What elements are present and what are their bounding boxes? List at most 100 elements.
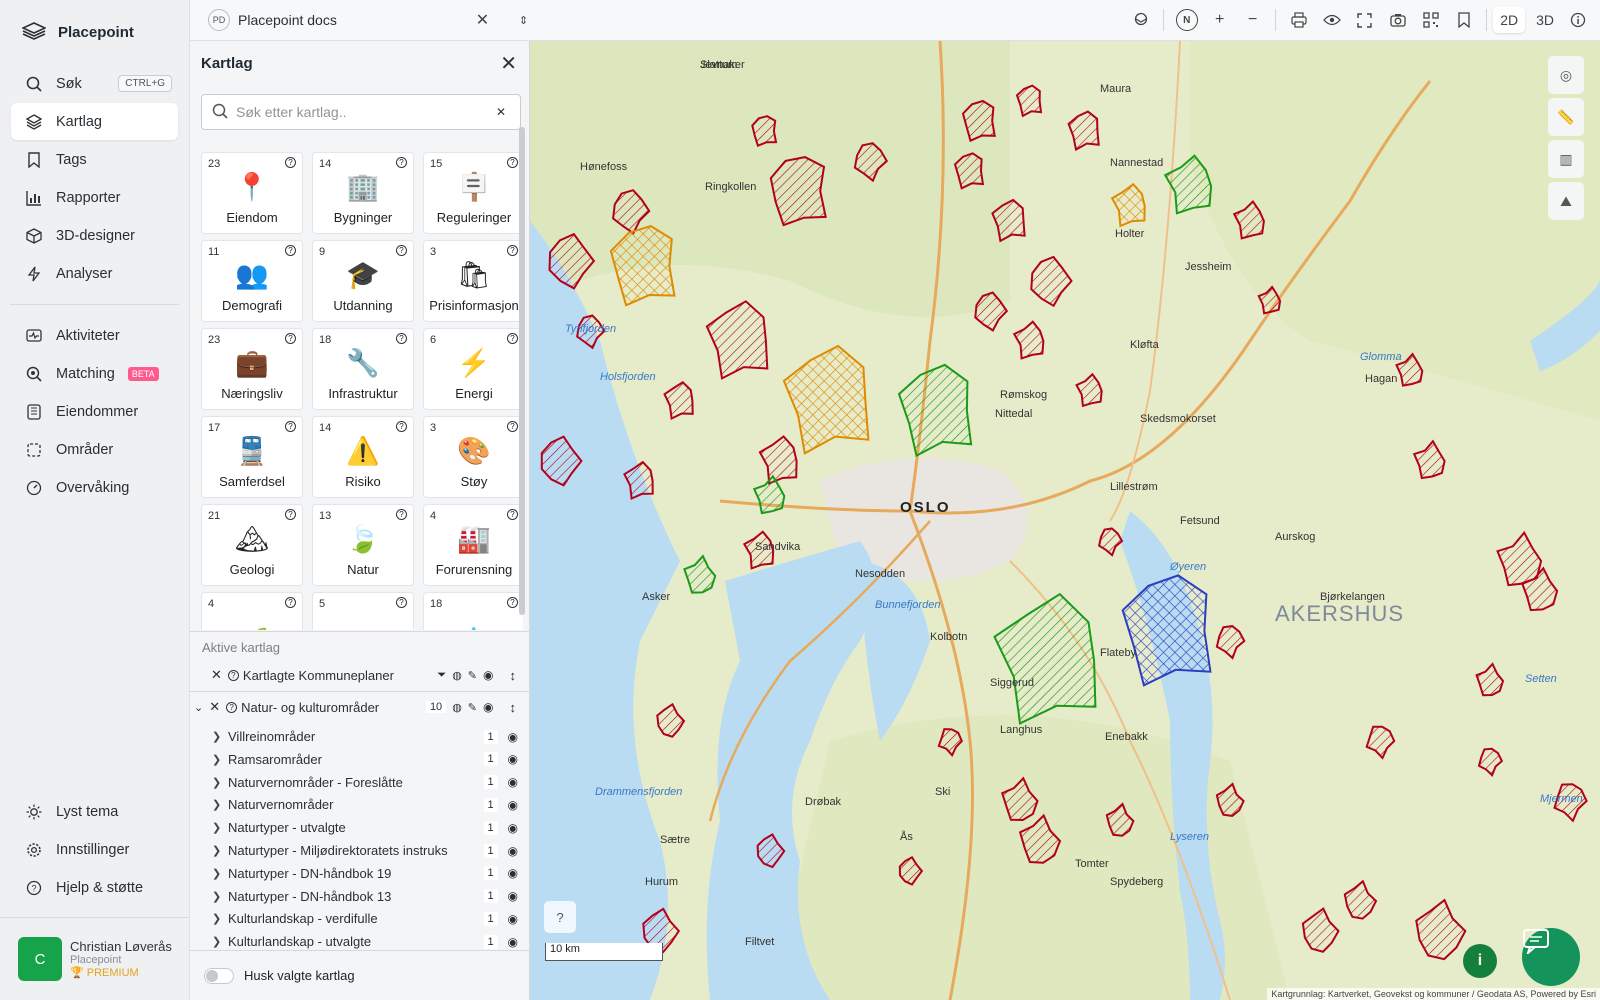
- nav-item-rapporter[interactable]: Rapporter: [11, 179, 178, 216]
- help-icon[interactable]: ?: [285, 597, 296, 608]
- measure-area-icon[interactable]: ◎: [1548, 56, 1584, 94]
- drag-handle-icon[interactable]: ↕: [510, 668, 517, 683]
- active-layer-row[interactable]: ✕ ? Kartlagte Kommuneplaner ⏷ ◍ ✎ ◉ ↕: [190, 660, 530, 690]
- sublayer-row[interactable]: ❯ Villreinområder 1 ◉: [190, 725, 530, 748]
- drag-handle-icon[interactable]: ↕: [510, 700, 517, 715]
- qr-code-icon[interactable]: [1414, 4, 1447, 37]
- view-3d-button[interactable]: 3D: [1529, 7, 1561, 33]
- eye-icon[interactable]: ◉: [508, 935, 518, 949]
- eye-icon[interactable]: [1315, 4, 1348, 37]
- palette-icon[interactable]: ◍: [452, 701, 462, 714]
- category-card[interactable]: 4? 🏭 Forurensning: [423, 504, 523, 586]
- clear-search-icon[interactable]: ✕: [496, 105, 506, 119]
- category-card[interactable]: 6? ⚡ Energi: [423, 328, 523, 410]
- chevron-updown-icon[interactable]: ⇕: [507, 4, 540, 37]
- info-fab[interactable]: i: [1463, 944, 1497, 978]
- category-card[interactable]: 14? ⚠️ Risiko: [312, 416, 414, 498]
- nav-item-analyser[interactable]: Analyser: [11, 255, 178, 292]
- nav-item-eiendommer[interactable]: Eiendommer: [11, 393, 178, 430]
- help-icon[interactable]: ?: [396, 509, 407, 520]
- eye-icon[interactable]: ◉: [508, 798, 518, 812]
- ruler-icon[interactable]: 📏: [1548, 98, 1584, 136]
- zoom-out-icon[interactable]: −: [1236, 4, 1269, 37]
- help-icon[interactable]: ?: [396, 421, 407, 432]
- help-icon[interactable]: ?: [396, 245, 407, 256]
- category-card[interactable]: 13? 🍃 Natur: [312, 504, 414, 586]
- nav-item-innstillinger[interactable]: Innstillinger: [11, 831, 179, 868]
- brand[interactable]: Placepoint: [0, 0, 189, 64]
- remove-layer-icon[interactable]: ✕: [211, 667, 222, 683]
- category-card[interactable]: 15? 🪧 Reguleringer: [423, 152, 523, 234]
- remove-layer-icon[interactable]: ✕: [209, 699, 220, 715]
- category-card[interactable]: 4? 🌱: [201, 592, 303, 630]
- chevron-right-icon[interactable]: ❯: [212, 935, 228, 948]
- help-icon[interactable]: ?: [396, 157, 407, 168]
- eye-icon[interactable]: ◉: [508, 844, 518, 858]
- sublayer-row[interactable]: ❯ Naturtyper - Miljødirektoratets instruk…: [190, 839, 530, 862]
- nav-item-hjelp[interactable]: ? Hjelp & støtte: [11, 869, 179, 906]
- nav-item-omrader[interactable]: Områder: [11, 431, 178, 468]
- chevron-right-icon[interactable]: ❯: [212, 890, 228, 903]
- fullscreen-icon[interactable]: [1348, 4, 1381, 37]
- help-icon[interactable]: ?: [507, 333, 518, 344]
- clear-workspace-icon[interactable]: ✕: [466, 4, 499, 37]
- chart-tool-icon[interactable]: ▥: [1548, 140, 1584, 178]
- eye-icon[interactable]: ◉: [483, 668, 493, 682]
- bookmark-icon[interactable]: [1447, 4, 1480, 37]
- nav-item-tags[interactable]: Tags: [11, 141, 178, 178]
- category-card[interactable]: 5? 🐟: [312, 592, 414, 630]
- eye-icon[interactable]: ◉: [508, 821, 518, 835]
- category-card[interactable]: 18? 🔧 Infrastruktur: [312, 328, 414, 410]
- eye-icon[interactable]: ◉: [508, 912, 518, 926]
- palette-icon[interactable]: ◍: [452, 669, 462, 682]
- user-profile[interactable]: C Christian Løverås Placepoint 🏆 PREMIUM: [0, 917, 190, 1000]
- category-card[interactable]: 23? 📍 Eiendom: [201, 152, 303, 234]
- chevron-right-icon[interactable]: ❯: [212, 730, 228, 743]
- camera-icon[interactable]: [1381, 4, 1414, 37]
- help-icon[interactable]: ?: [507, 245, 518, 256]
- workspace-selector[interactable]: PD Placepoint docs ✕ ⇕: [190, 4, 540, 37]
- help-icon[interactable]: ?: [285, 245, 296, 256]
- info-icon[interactable]: [1561, 4, 1594, 37]
- category-card[interactable]: 11? 👥 Demografi: [201, 240, 303, 322]
- panel-scrollbar[interactable]: [519, 127, 525, 615]
- help-icon[interactable]: ?: [507, 597, 518, 608]
- active-layer-row[interactable]: ⌄ ✕ ? Natur- og kulturområder 10 ◍ ✎ ◉ ↕: [190, 691, 530, 722]
- category-card[interactable]: 9? 🎓 Utdanning: [312, 240, 414, 322]
- category-card[interactable]: 23? 💼 Næringsliv: [201, 328, 303, 410]
- nav-item-matching[interactable]: Matching BETA: [11, 355, 178, 392]
- category-card[interactable]: 17? 🚆 Samferdsel: [201, 416, 303, 498]
- close-icon[interactable]: ✕: [500, 51, 517, 76]
- sublayer-row[interactable]: ❯ Naturtyper - utvalgte 1 ◉: [190, 816, 530, 839]
- eye-icon[interactable]: ◉: [508, 730, 518, 744]
- help-icon[interactable]: ?: [396, 597, 407, 608]
- sublayer-row[interactable]: ❯ Naturtyper - DN-håndbok 19 1 ◉: [190, 862, 530, 885]
- layer-search-input[interactable]: [236, 104, 488, 120]
- nav-item-aktiviteter[interactable]: Aktiviteter: [11, 317, 178, 354]
- nav-search[interactable]: Søk CTRL+G: [11, 65, 178, 102]
- map-help-icon[interactable]: ?: [544, 901, 576, 933]
- help-icon[interactable]: ?: [507, 157, 518, 168]
- remember-layers-toggle[interactable]: [204, 967, 234, 984]
- help-icon[interactable]: ?: [285, 421, 296, 432]
- sublayer-row[interactable]: ❯ Naturvernområder - Foreslåtte 1 ◉: [190, 771, 530, 794]
- compass-icon[interactable]: N: [1170, 4, 1203, 37]
- nav-item-3d-designer[interactable]: 3D-designer: [11, 217, 178, 254]
- sublayer-row[interactable]: ❯ Kulturlandskap - verdifulle 1 ◉: [190, 907, 530, 930]
- elevation-profile-icon[interactable]: ⛰: [1548, 182, 1584, 220]
- category-card[interactable]: 18? 💧: [423, 592, 523, 630]
- help-icon[interactable]: ?: [226, 701, 238, 713]
- chat-fab[interactable]: [1522, 928, 1580, 986]
- sublayer-row[interactable]: ❯ Naturtyper - DN-håndbok 13 1 ◉: [190, 885, 530, 908]
- chevron-right-icon[interactable]: ❯: [212, 867, 228, 880]
- edit-icon[interactable]: ✎: [468, 669, 477, 682]
- help-icon[interactable]: ?: [507, 509, 518, 520]
- eye-icon[interactable]: ◉: [508, 775, 518, 789]
- view-2d-button[interactable]: 2D: [1493, 7, 1526, 33]
- category-card[interactable]: 3? 🛍 Prisinformasjon: [423, 240, 523, 322]
- edit-icon[interactable]: ✎: [468, 701, 477, 714]
- zoom-in-icon[interactable]: +: [1203, 4, 1236, 37]
- chevron-right-icon[interactable]: ❯: [212, 798, 228, 811]
- help-icon[interactable]: ?: [227, 669, 239, 681]
- help-icon[interactable]: ?: [285, 509, 296, 520]
